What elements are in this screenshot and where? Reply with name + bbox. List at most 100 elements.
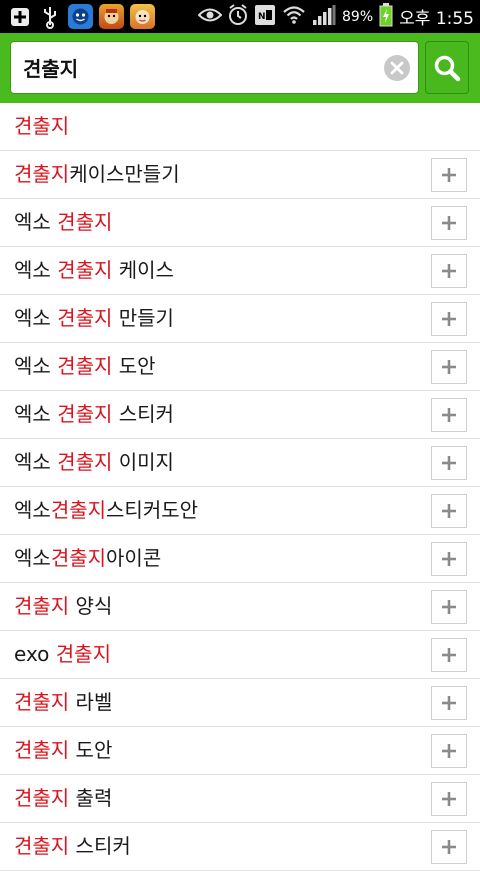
add-suggestion-button[interactable] (431, 302, 467, 336)
suggestion-keyword: 견출지 (14, 738, 70, 762)
suggestion-suffix: 스티커 (112, 402, 174, 426)
suggestion-keyword: 견출지 (57, 402, 113, 426)
suggestion-row[interactable]: 견출지 스티커 (0, 823, 480, 871)
suggestion-row[interactable]: 엑소견출지스티커도안 (0, 487, 480, 535)
suggestion-text: 엑소 견출지 스티커 (14, 391, 174, 438)
add-suggestion-button[interactable] (431, 158, 467, 192)
suggestion-prefix: exo (14, 642, 56, 666)
suggestion-keyword: 견출지 (14, 834, 70, 858)
suggestion-prefix: 엑소 (14, 354, 58, 378)
suggestion-keyword: 견출지 (14, 114, 70, 138)
suggestion-row[interactable]: 견출지 출력 (0, 775, 480, 823)
search-button[interactable] (425, 41, 469, 94)
suggestion-keyword: 견출지 (50, 546, 107, 570)
suggestion-row[interactable]: 엑소 견출지 만들기 (0, 295, 480, 343)
suggestion-text: 견출지 스티커 (14, 823, 131, 870)
suggestion-keyword: 견출지 (14, 594, 70, 618)
plus-icon (442, 552, 456, 566)
suggestion-suffix: 양식 (69, 594, 113, 618)
suggestion-keyword: 견출지 (57, 210, 113, 234)
nfc-icon: N (254, 4, 276, 30)
suggestion-prefix: 엑소 (14, 450, 58, 474)
plus-icon (442, 648, 456, 662)
add-suggestion-button[interactable] (431, 734, 467, 768)
add-suggestion-button[interactable] (431, 782, 467, 816)
suggestion-list: 견출지 견출지케이스만들기 엑소 견출지 엑소 견출지 케이스 엑소 견출지 만들기 엑소… (0, 103, 480, 871)
system-status: N 89% 오후 1:55 (197, 0, 474, 33)
plus-icon (442, 456, 456, 470)
suggestion-row[interactable]: 엑소 견출지 도안 (0, 343, 480, 391)
suggestion-row[interactable]: 엑소 견출지 스티커 (0, 391, 480, 439)
suggestion-keyword: 견출지 (14, 162, 70, 186)
suggestion-row[interactable]: 견출지 라벨 (0, 679, 480, 727)
suggestion-keyword: 견출지 (50, 498, 107, 522)
suggestion-text: 엑소견출지스티커도안 (14, 487, 198, 534)
suggestion-text: 견출지 라벨 (14, 679, 112, 726)
alarm-icon (228, 3, 248, 30)
plus-icon (442, 600, 456, 614)
eye-icon (197, 7, 223, 27)
suggestion-text: exo 견출지 (14, 631, 111, 678)
plus-icon (442, 360, 456, 374)
add-suggestion-button[interactable] (431, 350, 467, 384)
plus-icon (442, 168, 456, 182)
clock: 오후 1:55 (399, 9, 474, 29)
suggestion-suffix: 도안 (69, 738, 113, 762)
add-suggestion-button[interactable] (431, 446, 467, 480)
suggestion-prefix: 엑소 (14, 498, 51, 522)
plus-icon (442, 504, 456, 518)
suggestion-text: 엑소 견출지 만들기 (14, 295, 174, 342)
suggestion-suffix: 아이콘 (106, 546, 162, 570)
suggestion-row[interactable]: 엑소 견출지 케이스 (0, 247, 480, 295)
suggestion-row[interactable]: 견출지 (0, 103, 480, 151)
suggestion-suffix: 스티커도안 (106, 498, 199, 522)
suggestion-suffix: 케이스만들기 (69, 162, 180, 186)
suggestion-row[interactable]: 엑소 견출지 이미지 (0, 439, 480, 487)
suggestion-row[interactable]: 엑소견출지아이콘 (0, 535, 480, 583)
suggestion-keyword: 견출지 (14, 786, 70, 810)
add-suggestion-button[interactable] (431, 638, 467, 672)
add-suggestion-button[interactable] (431, 590, 467, 624)
add-suggestion-button[interactable] (431, 254, 467, 288)
suggestion-keyword: 견출지 (55, 642, 111, 666)
plus-icon (442, 408, 456, 422)
suggestion-text: 엑소 견출지 이미지 (14, 439, 174, 486)
suggestion-row[interactable]: 견출지 도안 (0, 727, 480, 775)
suggestion-row[interactable]: 엑소 견출지 (0, 199, 480, 247)
suggestion-text: 견출지 양식 (14, 583, 112, 630)
clear-button[interactable] (384, 55, 410, 81)
add-suggestion-button[interactable] (431, 830, 467, 864)
status-bar: N 89% 오후 1:55 (0, 0, 480, 33)
suggestion-row[interactable]: exo 견출지 (0, 631, 480, 679)
usb-icon (38, 5, 62, 29)
svg-text:N: N (258, 12, 266, 22)
plus-icon (442, 792, 456, 806)
add-suggestion-button[interactable] (431, 494, 467, 528)
add-suggestion-button[interactable] (431, 542, 467, 576)
clear-icon (390, 61, 404, 75)
suggestion-keyword: 견출지 (14, 690, 70, 714)
app-icon-game-1 (99, 4, 124, 29)
search-input[interactable] (23, 42, 383, 93)
suggestion-text: 엑소 견출지 케이스 (14, 247, 174, 294)
suggestion-keyword: 견출지 (57, 354, 113, 378)
suggestion-prefix: 엑소 (14, 258, 58, 282)
suggestion-text: 견출지케이스만들기 (14, 151, 180, 198)
add-suggestion-button[interactable] (431, 686, 467, 720)
suggestion-suffix: 출력 (69, 786, 113, 810)
suggestion-text: 견출지 도안 (14, 727, 112, 774)
plus-icon (442, 840, 456, 854)
suggestion-row[interactable]: 견출지 양식 (0, 583, 480, 631)
suggestion-suffix: 만들기 (112, 306, 174, 330)
search-bar (0, 33, 480, 103)
app-icon-game-2 (130, 4, 155, 29)
plus-icon (442, 744, 456, 758)
add-suggestion-button[interactable] (431, 398, 467, 432)
suggestion-text: 엑소 견출지 도안 (14, 343, 156, 390)
plus-icon (442, 216, 456, 230)
suggestion-keyword: 견출지 (57, 306, 113, 330)
plus-icon (442, 312, 456, 326)
suggestion-row[interactable]: 견출지케이스만들기 (0, 151, 480, 199)
add-suggestion-button[interactable] (431, 206, 467, 240)
suggestion-prefix: 엑소 (14, 210, 58, 234)
